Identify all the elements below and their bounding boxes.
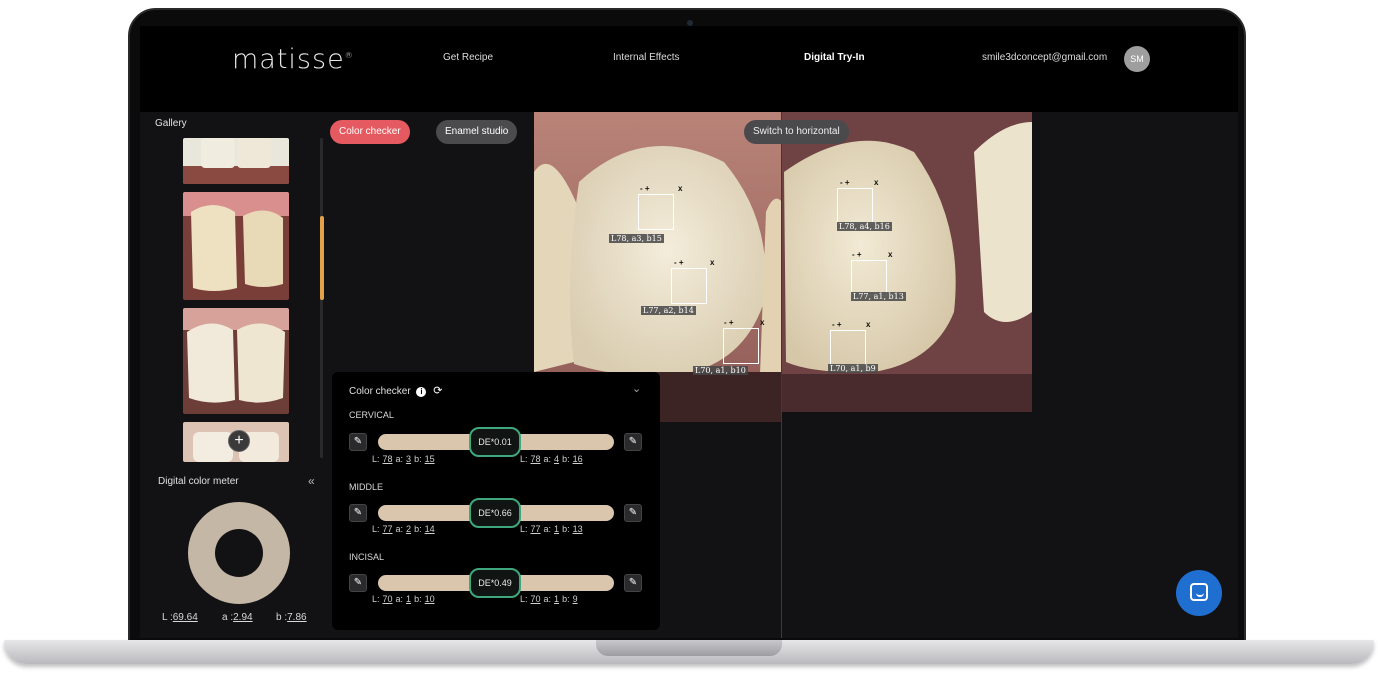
- lab-values-left: L: 78 a: 3 b: 15: [372, 454, 435, 464]
- roi-close-icon[interactable]: x: [710, 258, 714, 267]
- gallery-scrollbar-thumb[interactable]: [320, 216, 324, 300]
- chevron-down-icon[interactable]: ⌄: [632, 382, 641, 395]
- lab-values-right: L: 78 a: 4 b: 16: [520, 454, 583, 464]
- delta-e-cervical: DE*0.01: [469, 427, 521, 457]
- lab-values-right: L: 70 a: 1 b: 9: [520, 594, 578, 604]
- roi-move-icon[interactable]: - +: [832, 320, 842, 329]
- refresh-icon[interactable]: ⟳: [433, 385, 442, 397]
- enamel-studio-tab[interactable]: Enamel studio: [436, 120, 518, 144]
- roi-label: L78, a4, b16: [837, 222, 892, 231]
- section-cervical-label: CERVICAL: [349, 410, 394, 420]
- nav-internal-effects[interactable]: Internal Effects: [613, 52, 680, 63]
- eyedropper-icon[interactable]: ✎: [349, 574, 367, 592]
- roi-move-icon[interactable]: - +: [724, 318, 734, 327]
- roi-move-icon[interactable]: - +: [640, 184, 650, 193]
- thumbnail-image: [183, 192, 289, 300]
- roi-incisal-left[interactable]: [723, 328, 759, 364]
- lab-values-left: L: 77 a: 2 b: 14: [372, 524, 435, 534]
- section-incisal-label: INCISAL: [349, 552, 385, 562]
- delta-e-middle: DE*0.66: [469, 498, 521, 528]
- roi-move-icon[interactable]: - +: [852, 250, 862, 259]
- chat-button[interactable]: [1176, 570, 1222, 616]
- plus-icon: +: [234, 432, 244, 449]
- laptop-notch: [596, 640, 782, 656]
- roi-label: L77, a1, b13: [851, 292, 906, 301]
- color-checker-tab[interactable]: Color checker: [330, 120, 410, 144]
- eyedropper-icon[interactable]: ✎: [624, 574, 642, 592]
- nav-get-recipe[interactable]: Get Recipe: [443, 52, 493, 63]
- roi-close-icon[interactable]: x: [678, 184, 682, 193]
- eyedropper-icon[interactable]: ✎: [349, 433, 367, 451]
- roi-label: L77, a2, b14: [641, 306, 696, 315]
- eyedropper-icon[interactable]: ✎: [349, 504, 367, 522]
- lab-values-left: L: 70 a: 1 b: 10: [372, 594, 435, 604]
- info-icon[interactable]: i: [416, 387, 427, 397]
- roi-close-icon[interactable]: x: [888, 250, 892, 259]
- laptop-mockup: matisse® Get Recipe Internal Effects Dig…: [0, 0, 1378, 681]
- color-checker-header: Color checker i ⟳: [349, 384, 442, 397]
- matisse-logo[interactable]: matisse®: [232, 44, 354, 75]
- roi-label: L78, a3, b15: [609, 234, 664, 243]
- top-navigation: matisse® Get Recipe Internal Effects Dig…: [140, 26, 1238, 112]
- lab-b-readout: b :7.86: [276, 612, 307, 623]
- chevron-left-icon[interactable]: «: [308, 474, 315, 488]
- eyedropper-icon[interactable]: ✎: [624, 504, 642, 522]
- user-email[interactable]: smile3dconcept@gmail.com: [982, 52, 1107, 63]
- roi-middle-left[interactable]: [671, 268, 707, 304]
- nav-digital-try-in[interactable]: Digital Try-In: [804, 52, 865, 63]
- roi-close-icon[interactable]: x: [760, 318, 764, 327]
- color-checker-title: Color checker: [349, 386, 411, 397]
- roi-middle-right[interactable]: [851, 260, 887, 296]
- roi-label: L70, a1, b9: [828, 364, 878, 373]
- roi-incisal-right[interactable]: [830, 330, 866, 366]
- roi-close-icon[interactable]: x: [874, 178, 878, 187]
- lab-a-value: 2.94: [233, 612, 253, 623]
- switch-orientation-button[interactable]: Switch to horizontal: [744, 120, 849, 144]
- eyedropper-icon[interactable]: ✎: [624, 433, 642, 451]
- digital-color-meter-title: Digital color meter: [158, 476, 239, 487]
- roi-label: L70, a1, b10: [693, 366, 748, 375]
- delta-e-incisal: DE*0.49: [469, 568, 521, 598]
- roi-move-icon[interactable]: - +: [840, 178, 850, 187]
- compare-divider[interactable]: [781, 112, 782, 638]
- lab-a-readout: a :2.94: [222, 612, 253, 623]
- thumbnail-image: [183, 138, 289, 184]
- gallery-title: Gallery: [155, 118, 187, 129]
- roi-move-icon[interactable]: - +: [674, 258, 684, 267]
- color-meter-core: [215, 529, 263, 577]
- roi-close-icon[interactable]: x: [866, 320, 870, 329]
- roi-cervical-left[interactable]: [638, 194, 674, 230]
- thumbnail-image: [183, 308, 289, 414]
- roi-cervical-right[interactable]: [837, 188, 873, 224]
- add-image-button[interactable]: +: [228, 430, 250, 452]
- gallery-thumbnail-1[interactable]: [183, 138, 289, 184]
- chat-icon: [1190, 583, 1208, 601]
- screen: matisse® Get Recipe Internal Effects Dig…: [140, 26, 1238, 638]
- color-checker-panel: Color checker i ⟳ ⌄ CERVICAL ✎ DE*0.01 ✎…: [332, 372, 660, 630]
- lab-l-readout: L :69.64: [162, 612, 198, 623]
- color-meter-ring: [188, 502, 290, 604]
- lab-l-value: 69.64: [172, 612, 198, 623]
- lab-values-right: L: 77 a: 1 b: 13: [520, 524, 583, 534]
- gallery-thumbnail-3[interactable]: [183, 308, 289, 414]
- app-area: Gallery + Digital color meter « L:69.64…: [140, 112, 1238, 638]
- avatar[interactable]: SM: [1124, 46, 1150, 72]
- section-middle-label: MIDDLE: [349, 482, 384, 492]
- gallery-thumbnail-2[interactable]: [183, 192, 289, 300]
- lab-b-value: 7.86: [287, 612, 307, 623]
